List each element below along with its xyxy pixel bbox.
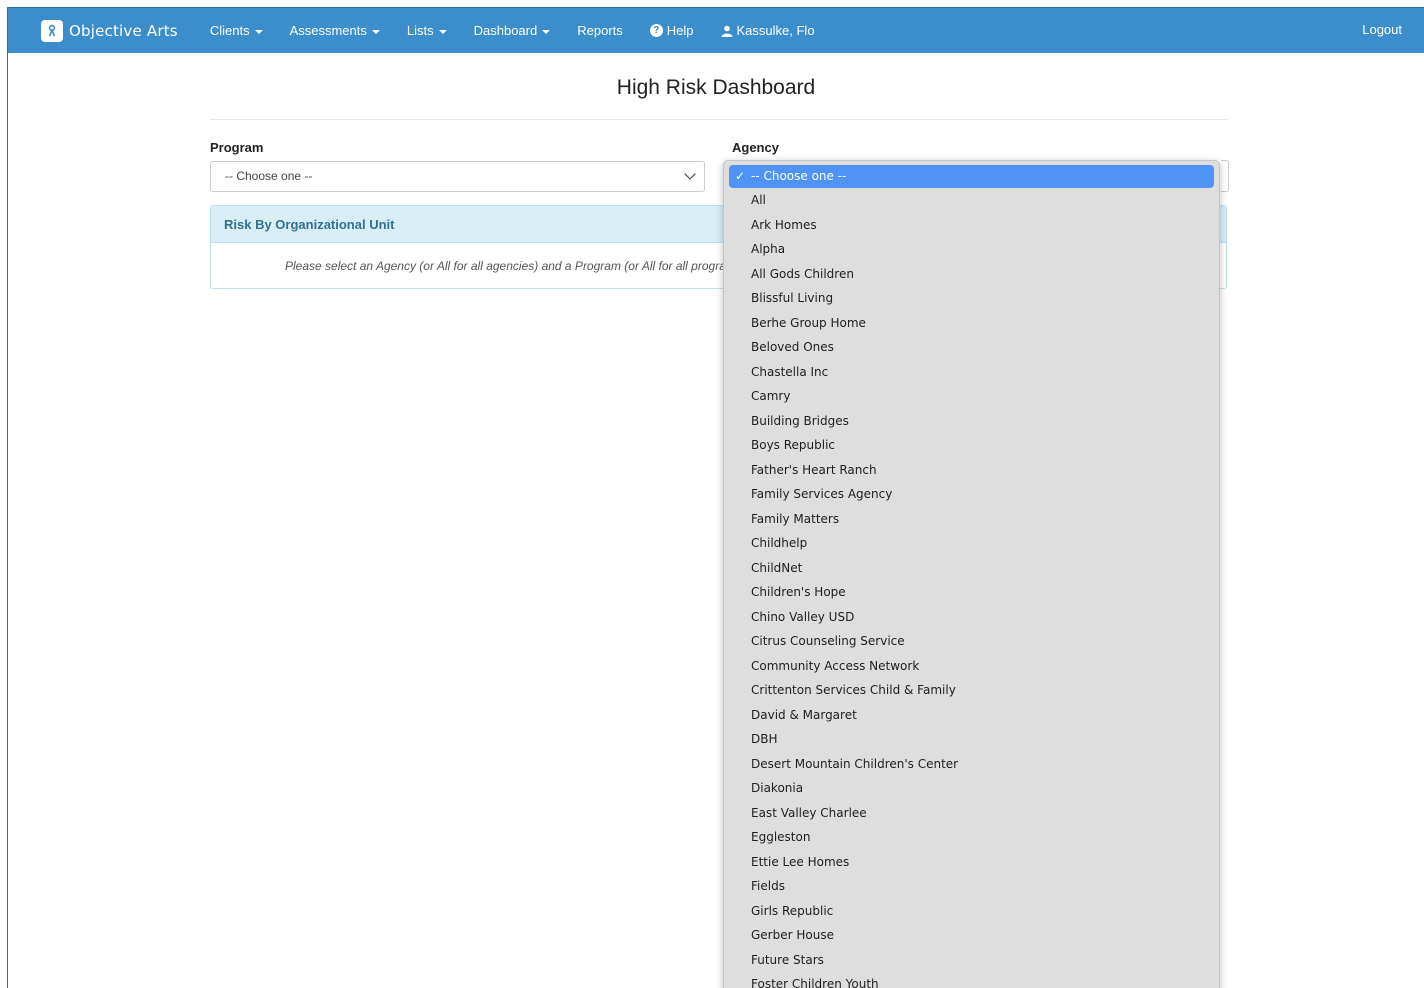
nav-clients-label: Clients: [209, 23, 250, 38]
dropdown-option[interactable]: Family Matters: [724, 507, 1219, 532]
dropdown-option[interactable]: Children's Hope: [724, 580, 1219, 605]
app-frame: Objective Arts Clients Assessments Lists…: [7, 7, 1424, 988]
dropdown-option[interactable]: Citrus Counseling Service: [724, 629, 1219, 654]
nav-lists-label: Lists: [406, 23, 434, 38]
dropdown-option[interactable]: Building Bridges: [724, 409, 1219, 434]
dropdown-option[interactable]: All Gods Children: [724, 262, 1219, 287]
dropdown-option[interactable]: All: [724, 188, 1219, 213]
brand-name: Objective Arts: [69, 21, 178, 40]
dropdown-option[interactable]: Beloved Ones: [724, 335, 1219, 360]
program-select[interactable]: -- Choose one --: [210, 161, 705, 192]
caret-down-icon: [438, 29, 447, 34]
dropdown-option[interactable]: Girls Republic: [724, 899, 1219, 924]
dropdown-option[interactable]: Crittenton Services Child & Family: [724, 678, 1219, 703]
dropdown-option[interactable]: Desert Mountain Children's Center: [724, 752, 1219, 777]
objective-arts-logo-icon: [41, 19, 63, 42]
agency-dropdown-menu[interactable]: ✓ -- Choose one -- All Ark Homes Alpha All …: [723, 160, 1220, 988]
caret-down-icon: [542, 29, 551, 34]
program-select-value: -- Choose one --: [225, 169, 313, 183]
nav-reports[interactable]: Reports: [577, 23, 623, 38]
agency-select[interactable]: [1221, 160, 1229, 192]
nav-assessments-label: Assessments: [289, 23, 367, 38]
nav-user-label: Kassulke, Flo: [736, 23, 815, 38]
question-circle-icon: ?: [649, 24, 663, 37]
dropdown-option[interactable]: Chino Valley USD: [724, 605, 1219, 630]
nav-clients[interactable]: Clients: [210, 23, 263, 38]
caret-down-icon: [371, 29, 380, 34]
dropdown-option-list: All Ark Homes Alpha All Gods Children Blissf…: [724, 188, 1219, 988]
dropdown-option[interactable]: Berhe Group Home: [724, 311, 1219, 336]
brand[interactable]: Objective Arts: [41, 19, 178, 42]
nav-lists[interactable]: Lists: [407, 23, 447, 38]
logout-link[interactable]: Logout: [1362, 22, 1402, 37]
dropdown-option[interactable]: David & Margaret: [724, 703, 1219, 728]
caret-down-icon: [254, 29, 263, 34]
nav-dashboard-label: Dashboard: [473, 23, 538, 38]
dropdown-option[interactable]: Foster Children Youth: [724, 972, 1219, 988]
dropdown-option[interactable]: Childhelp: [724, 531, 1219, 556]
agency-label: Agency: [732, 140, 779, 155]
nav-user[interactable]: Kassulke, Flo: [721, 23, 815, 38]
dropdown-option[interactable]: Boys Republic: [724, 433, 1219, 458]
program-label: Program: [210, 140, 264, 155]
dropdown-option-label: -- Choose one --: [751, 169, 847, 183]
nav-reports-label: Reports: [577, 23, 623, 38]
nav-help-label: Help: [666, 23, 694, 38]
dropdown-option[interactable]: Future Stars: [724, 948, 1219, 973]
dropdown-option[interactable]: Diakonia: [724, 776, 1219, 801]
dropdown-option[interactable]: Fields: [724, 874, 1219, 899]
dropdown-option[interactable]: Chastella Inc: [724, 360, 1219, 385]
dropdown-option[interactable]: ChildNet: [724, 556, 1219, 581]
nav-dashboard[interactable]: Dashboard: [474, 23, 551, 38]
title-divider: [210, 119, 1228, 120]
dropdown-option[interactable]: DBH: [724, 727, 1219, 752]
nav-assessments[interactable]: Assessments: [290, 23, 380, 38]
user-icon: [721, 25, 733, 37]
dropdown-option[interactable]: Alpha: [724, 237, 1219, 262]
chevron-down-icon: [684, 168, 696, 180]
dropdown-option[interactable]: East Valley Charlee: [724, 801, 1219, 826]
page-title: High Risk Dashboard: [616, 76, 816, 99]
checkmark-icon: ✓: [735, 169, 746, 183]
dropdown-option[interactable]: Father's Heart Ranch: [724, 458, 1219, 483]
dropdown-option[interactable]: Camry: [724, 384, 1219, 409]
nav-help[interactable]: ? Help: [649, 23, 694, 38]
dropdown-option[interactable]: Community Access Network: [724, 654, 1219, 679]
dropdown-option[interactable]: Family Services Agency: [724, 482, 1219, 507]
dropdown-option[interactable]: Ark Homes: [724, 213, 1219, 238]
dropdown-option[interactable]: Gerber House: [724, 923, 1219, 948]
dropdown-option[interactable]: Eggleston: [724, 825, 1219, 850]
dropdown-option-selected[interactable]: ✓ -- Choose one --: [729, 165, 1214, 188]
dropdown-option[interactable]: Ettie Lee Homes: [724, 850, 1219, 875]
dropdown-option[interactable]: Blissful Living: [724, 286, 1219, 311]
top-navbar: Objective Arts Clients Assessments Lists…: [8, 8, 1424, 53]
